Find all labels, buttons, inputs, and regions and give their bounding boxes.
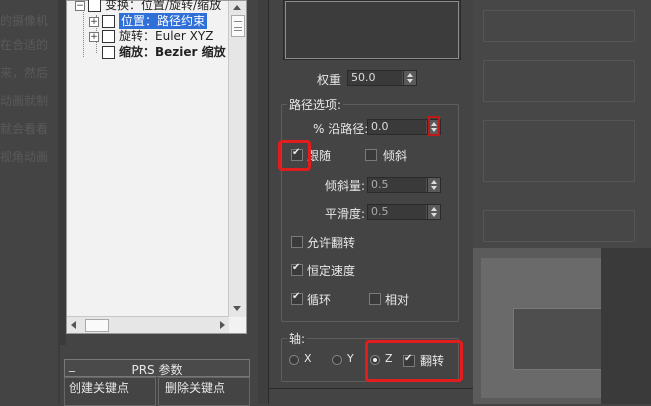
smoothness-spinner[interactable]: 0.5 [367,204,441,220]
spinner-arrows[interactable] [427,205,440,219]
smoothness-input[interactable]: 0.5 [368,205,426,219]
arrow-down-icon[interactable] [407,79,413,83]
horizontal-scrollbar[interactable] [67,316,229,333]
background-text: 的摄像机 [0,14,49,28]
axis-x-label: X [304,352,312,365]
controller-icon [88,0,101,12]
scroll-left-icon[interactable] [71,321,76,329]
separator [269,388,473,389]
relative-label: 相对 [385,293,410,307]
arrow-down-icon[interactable] [431,186,437,190]
loop-label: 循环 [307,293,332,307]
tree-item-label: 缩放：Bezier 缩放 [119,45,226,59]
viewport-side [601,248,651,404]
allow-upside-down-label: 允许翻转 [307,236,356,250]
background-box [483,210,635,242]
bank-label: 倾斜 [383,149,408,163]
delete-key-label: 删除关键点 [165,381,226,395]
axis-highlight-box [365,340,463,382]
create-key-group: 创建关键点 [64,377,156,406]
weight-spinner[interactable]: 50.0 [347,70,417,86]
scroll-up-icon[interactable] [233,5,241,10]
follow-highlight-box [278,140,311,171]
bank-checkbox[interactable] [365,149,377,161]
scroll-down-icon[interactable] [233,306,241,311]
background-text: 就会看看 [0,122,49,136]
axis-y-label: Y [347,352,354,365]
prs-title-bar[interactable]: _ PRS 参数 [64,358,250,377]
controller-icon [102,30,115,43]
scrollbar-thumb[interactable] [85,319,109,332]
bank-amount-spinner[interactable]: 0.5 [367,177,441,193]
prs-title: PRS 参数 [131,363,183,377]
axis-x-radio[interactable] [289,355,299,365]
arrow-down-icon[interactable] [431,213,437,217]
controller-tree[interactable]: − 变换：位置/旋转/缩放 + 位置：路径约束 + 旋转：Euler XYZ 缩… [66,0,247,334]
background-text: 来，然后 [0,66,49,80]
scrollbar-thumb[interactable] [231,15,245,37]
spinner-arrows[interactable] [427,178,440,192]
delete-key-group: 删除关键点 [158,377,250,406]
background-text: 在合适的 [0,38,49,52]
path-list-box[interactable] [283,0,461,60]
allow-upside-down-checkbox[interactable] [291,236,303,248]
background-box [483,120,635,182]
prs-rollout: _ PRS 参数 创建关键点 删除关键点 [60,345,250,406]
constant-velocity-label: 恒定速度 [307,264,356,278]
arrow-up-icon[interactable] [431,207,437,211]
background-box [483,60,635,102]
arrow-up-icon[interactable] [407,73,413,77]
axis-title: 轴: [287,330,308,347]
bank-amount-label: 倾斜量: [325,179,366,193]
percent-along-label: % 沿路径: [313,122,369,136]
smoothness-label: 平滑度: [325,207,366,221]
weight-label: 权重 [317,73,342,87]
loop-checkbox[interactable] [291,291,303,305]
path-list[interactable] [285,1,459,59]
controller-icon [102,46,115,59]
background-text: 动画就制 [0,94,49,108]
panel-gutter [58,0,66,404]
background-text: 视角动画 [0,150,49,164]
tree-item-label: 旋转：Euler XYZ [119,29,214,43]
controller-icon [102,15,115,28]
expand-icon[interactable]: + [89,17,99,27]
weight-input[interactable]: 50.0 [348,71,402,85]
expand-icon[interactable]: + [89,32,99,42]
viewport-dialog [513,308,605,370]
spinner-arrows[interactable] [403,71,416,85]
path-options-title: 路径选项: [287,96,344,113]
relative-checkbox[interactable] [369,293,381,305]
background-panel [473,0,651,248]
collapse-icon[interactable]: − [75,1,85,11]
create-key-label: 创建关键点 [69,381,130,395]
constant-velocity-checkbox[interactable] [291,262,303,276]
viewport-preview [473,248,651,404]
background-box [483,10,635,42]
arrow-up-icon[interactable] [431,180,437,184]
bank-amount-input[interactable]: 0.5 [368,178,426,192]
spinner-highlight-box [428,116,440,136]
axis-y-radio[interactable] [332,355,342,365]
tree-line [83,7,85,57]
vertical-scrollbar[interactable] [228,1,246,317]
panel-divider [258,0,268,404]
percent-along-input[interactable]: 0.0 [368,120,426,134]
scroll-right-icon[interactable] [220,321,225,329]
tree-item-label: 变换：位置/旋转/缩放 [105,0,222,12]
tree-item-label: 位置：路径约束 [119,13,208,29]
